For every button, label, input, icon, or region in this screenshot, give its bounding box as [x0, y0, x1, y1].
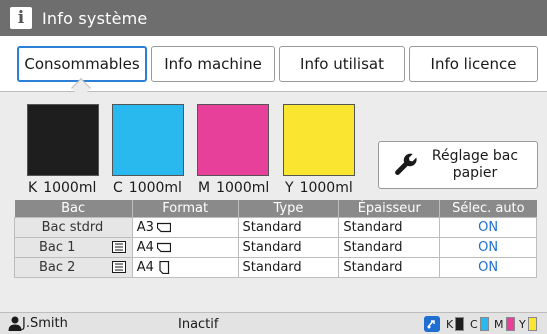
tab-consumables[interactable]: Consommables: [17, 46, 147, 82]
format-value: A4: [136, 239, 154, 255]
info-icon: i: [10, 7, 32, 29]
ink-label-yellow: Y 1000ml: [285, 180, 353, 196]
tray-cell: Bac 1: [14, 236, 133, 258]
column-header-thickness: Épaisseur: [338, 200, 441, 217]
table-row: Bac 1 A4 Standard Standard ON: [14, 236, 537, 258]
auto-select-cell: ON: [439, 256, 537, 278]
tab-machine-info[interactable]: Info machine: [151, 46, 275, 82]
ink-level-bar: [479, 317, 489, 331]
ink-swatch-black: [27, 104, 99, 176]
tray-cell: Bac stdrd: [14, 216, 133, 238]
ink-label-black: K 1000ml: [28, 180, 96, 196]
ink-amount: 1000ml: [299, 180, 353, 196]
tab-user-info[interactable]: Info utilisat: [279, 46, 405, 82]
format-value: A4: [136, 259, 154, 275]
table-row: Bac stdrd A3 Standard Standard ON: [14, 216, 537, 238]
ink-amount: 1000ml: [43, 180, 97, 196]
paper-landscape-icon: [156, 242, 171, 252]
title-bar: i Info système: [0, 0, 547, 36]
status-ink-cyan: C: [470, 317, 489, 331]
status-ink-black: K: [446, 317, 465, 331]
format-cell: A3: [131, 216, 239, 238]
thickness-cell: Standard: [338, 216, 441, 238]
ink-level-bar: [527, 317, 537, 331]
user-name[interactable]: J.Smith: [22, 316, 68, 331]
info-system-screen: i Info système Consommables Info machine…: [0, 0, 547, 334]
column-header-format: Format: [132, 200, 239, 217]
ink-letter: C: [470, 317, 478, 331]
user-icon: [8, 316, 22, 331]
thickness-cell: Standard: [338, 236, 441, 258]
tray-name: Bac stdrd: [41, 219, 104, 235]
tray-adjust-label: Réglage bac papier: [419, 148, 537, 182]
tray-name: Bac 1: [39, 239, 76, 255]
ink-amount: 1000ml: [216, 180, 270, 196]
auto-select-cell: ON: [439, 236, 537, 258]
status-ink-yellow: Y: [519, 317, 537, 331]
wrench-icon: [395, 153, 417, 175]
window-title: Info système: [42, 8, 148, 28]
network-icon[interactable]: [424, 316, 440, 332]
ink-amount: 1000ml: [128, 180, 182, 196]
tray-adjust-line2: papier: [452, 165, 498, 181]
tray-adjust-button[interactable]: Réglage bac papier: [378, 141, 538, 189]
paper-portrait-icon: [159, 260, 170, 274]
ink-letter: Y: [285, 180, 294, 196]
machine-status: Inactif: [178, 317, 219, 332]
column-header-type: Type: [238, 200, 340, 217]
thickness-cell: Standard: [338, 256, 441, 278]
ink-swatch-yellow: [283, 104, 355, 176]
ink-letter: Y: [519, 317, 526, 331]
auto-select-cell: ON: [439, 216, 537, 238]
table-header-row: Bac Format Type Épaisseur Sélec. auto: [14, 200, 537, 217]
format-cell: A4: [131, 236, 239, 258]
paper-landscape-icon: [156, 222, 171, 232]
ink-swatch-magenta: [197, 104, 269, 176]
type-cell: Standard: [237, 216, 340, 238]
status-ink-magenta: M: [494, 317, 515, 331]
column-header-tray: Bac: [14, 200, 133, 217]
format-cell: A4: [131, 256, 239, 278]
tray-list-icon: [111, 241, 126, 253]
ink-letter: K: [446, 317, 454, 331]
ink-label-magenta: M 1000ml: [198, 180, 269, 196]
tray-list-icon: [111, 261, 126, 273]
ink-letter: K: [28, 180, 38, 196]
status-bar: J.Smith Inactif K C M Y: [0, 312, 547, 334]
consumables-panel: K 1000ml C 1000ml M 1000ml Y 1000ml Réglage …: [0, 92, 547, 312]
ink-label-cyan: C 1000ml: [113, 180, 182, 196]
tray-adjust-line1: Réglage bac: [431, 148, 519, 164]
ink-letter: C: [113, 180, 123, 196]
type-cell: Standard: [237, 256, 340, 278]
tray-name: Bac 2: [39, 259, 76, 275]
tray-cell: Bac 2: [14, 256, 133, 278]
ink-swatch-cyan: [112, 104, 184, 176]
tab-license-info[interactable]: Info licence: [409, 46, 538, 82]
tray-table: Bac Format Type Épaisseur Sélec. auto Ba…: [14, 200, 537, 278]
format-value: A3: [136, 219, 154, 235]
table-row: Bac 2 A4 Standard Standard ON: [14, 256, 537, 278]
type-cell: Standard: [237, 236, 340, 258]
ink-level-bar: [455, 317, 465, 331]
column-header-auto-select: Sélec. auto: [439, 200, 537, 217]
ink-letter: M: [494, 317, 504, 331]
ink-letter: M: [198, 180, 211, 196]
ink-level-bar: [505, 317, 515, 331]
